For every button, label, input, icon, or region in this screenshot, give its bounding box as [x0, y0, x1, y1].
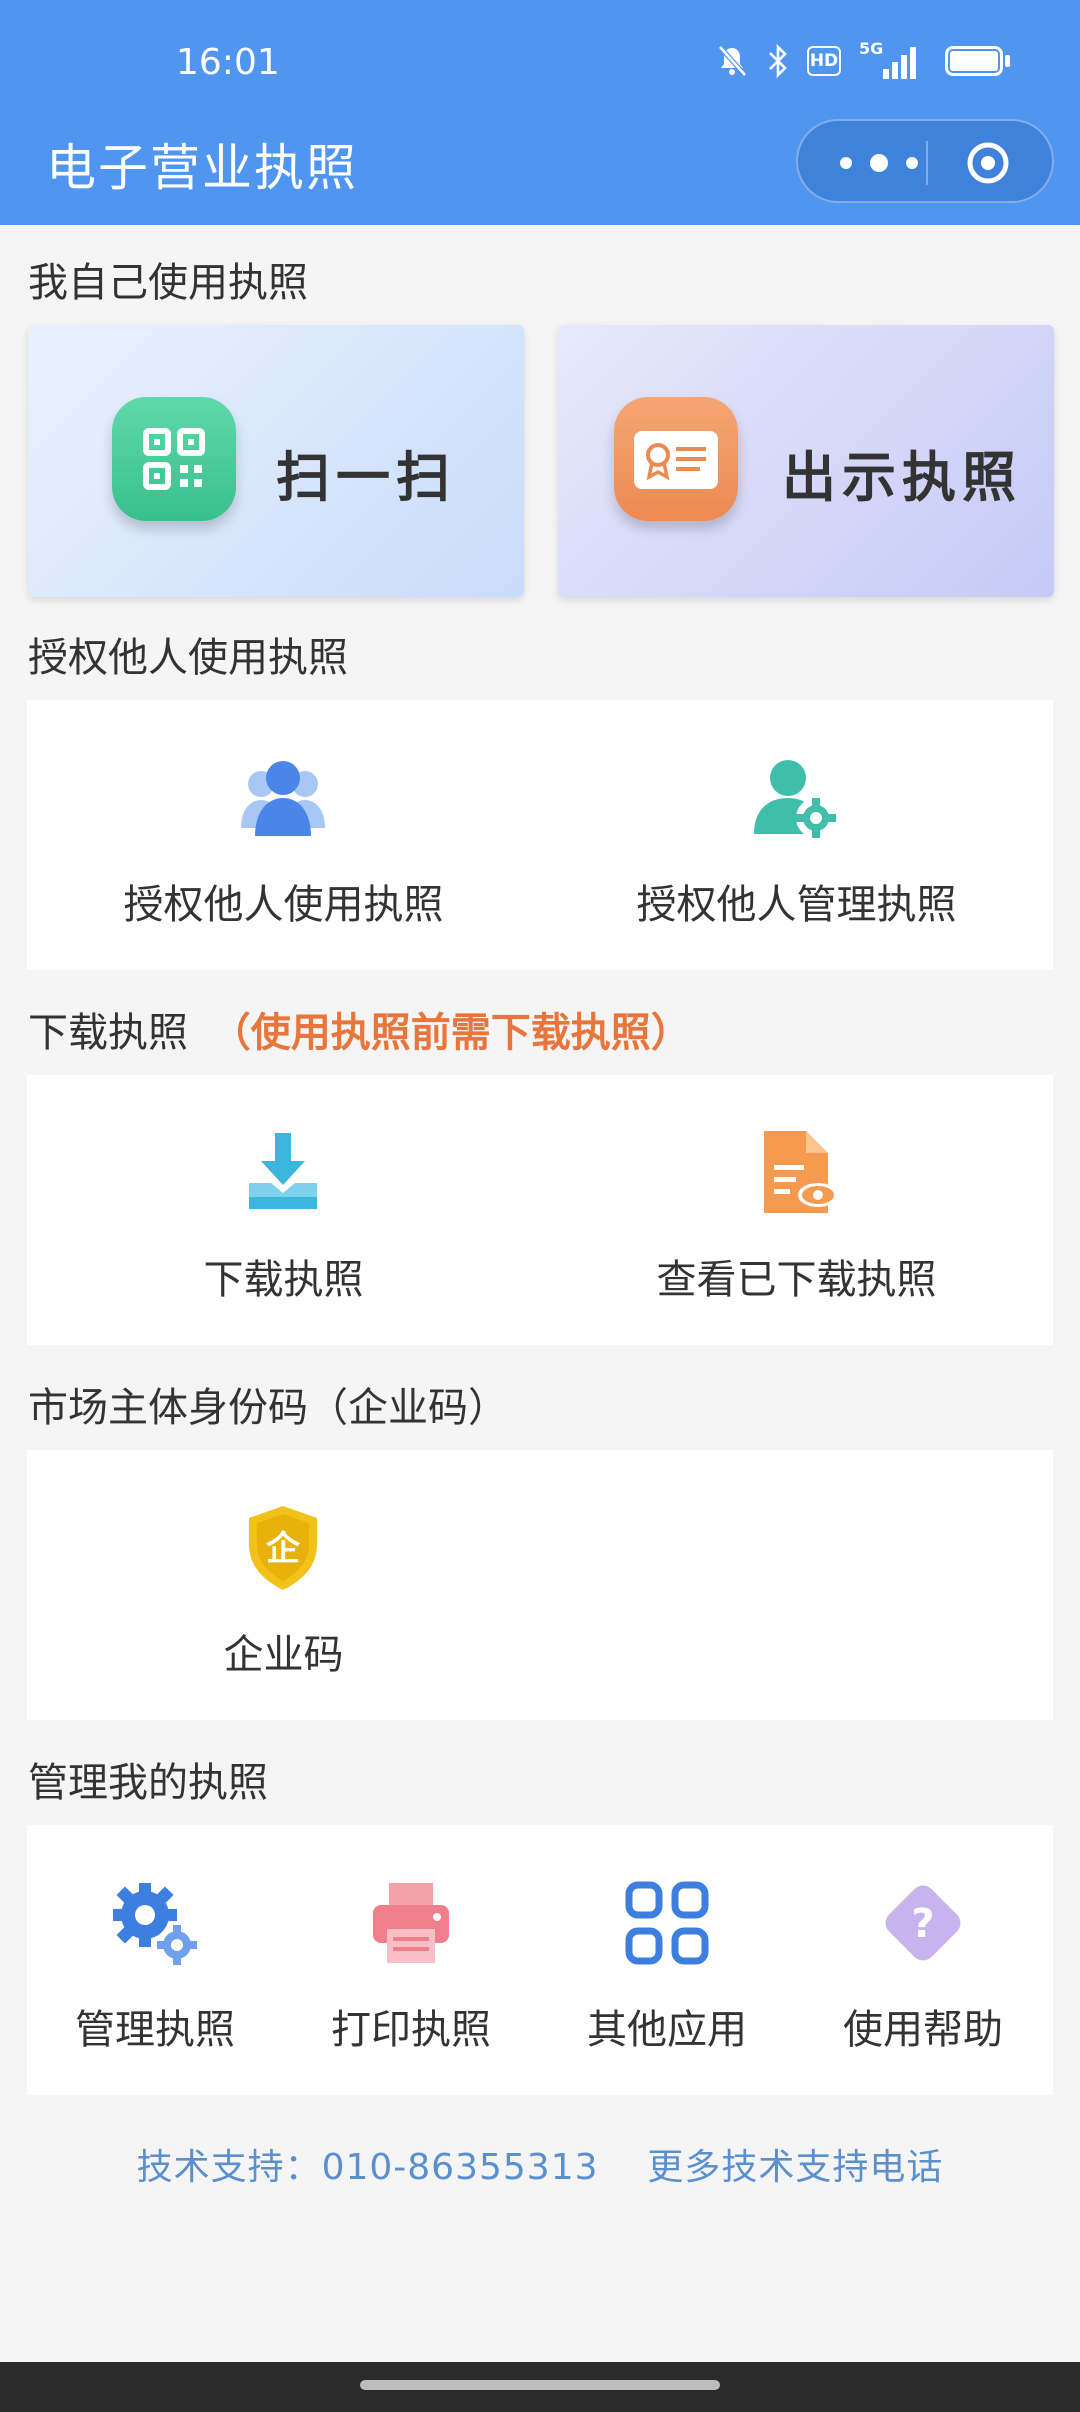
support-phone-link[interactable]: 010-86355313	[322, 2147, 599, 2188]
hd-icon: HD	[807, 46, 841, 76]
manage-panel: 管理执照 打印执照 其他应用 ? 使用帮助	[27, 1825, 1053, 2095]
capsule-divider	[926, 141, 928, 185]
section-title-enterprise-code: 市场主体身份码（企业码）	[28, 1385, 508, 1431]
other-apps-item[interactable]: 其他应用	[539, 1825, 795, 2095]
support-footer: 技术支持：010-86355313 更多技术支持电话	[0, 2138, 1080, 2190]
home-indicator[interactable]	[360, 2380, 720, 2390]
print-license-item[interactable]: 打印执照	[283, 1825, 539, 2095]
apps-grid-icon	[625, 1881, 709, 1965]
more-support-link[interactable]: 更多技术支持电话	[647, 2147, 943, 2188]
page-title: 电子营业执照	[46, 139, 358, 197]
authorize-manage-item[interactable]: 授权他人管理执照	[540, 700, 1053, 970]
section-title-manage: 管理我的执照	[28, 1760, 268, 1806]
manage-license-item[interactable]: 管理执照	[27, 1825, 283, 2095]
help-icon: ?	[885, 1885, 961, 1961]
status-icons: HD 5G	[715, 38, 1011, 84]
authorize-panel: 授权他人使用执照 授权他人管理执照	[27, 700, 1053, 970]
print-license-label: 打印执照	[331, 2007, 491, 2053]
support-label: 技术支持：	[136, 2147, 322, 2188]
download-license-item[interactable]: 下载执照	[27, 1075, 540, 1345]
network-label: 5G	[859, 39, 884, 58]
section-title-download: 下载执照 （使用执照前需下载执照）	[28, 1000, 691, 1058]
authorize-manage-label: 授权他人管理执照	[636, 882, 957, 928]
enterprise-code-label: 企业码	[223, 1632, 344, 1678]
bell-off-icon	[718, 45, 747, 77]
help-item[interactable]: ? 使用帮助	[795, 1825, 1051, 2095]
gear-icon	[113, 1883, 197, 1965]
view-downloaded-label: 查看已下载执照	[656, 1257, 937, 1303]
other-apps-label: 其他应用	[587, 2007, 747, 2053]
hd-label: HD	[809, 51, 839, 71]
system-nav-bar	[0, 2362, 1080, 2412]
more-icon[interactable]	[834, 151, 924, 175]
manage-license-label: 管理执照	[75, 2007, 235, 2053]
view-document-icon	[764, 1131, 838, 1213]
view-downloaded-item[interactable]: 查看已下载执照	[540, 1075, 1053, 1345]
app-header: 16:01 HD 5G 电子营业执照	[0, 0, 1080, 225]
status-time: 16:01	[176, 42, 280, 83]
enterprise-code-item[interactable]: 企 企业码	[27, 1450, 540, 1720]
printer-icon	[373, 1883, 449, 1963]
show-license-label: 出示执照	[782, 446, 1022, 509]
battery-icon	[945, 46, 1011, 76]
license-card-icon	[614, 397, 738, 521]
enterprise-shield-icon: 企	[249, 1506, 317, 1590]
section-title-authorize: 授权他人使用执照	[28, 635, 348, 681]
close-target-icon[interactable]	[966, 141, 1010, 185]
section-title-self: 我自己使用执照	[28, 260, 308, 306]
download-panel: 下载执照 查看已下载执照	[27, 1075, 1053, 1345]
download-license-label: 下载执照	[203, 1257, 364, 1303]
mini-program-capsule	[796, 119, 1054, 203]
signal-5g-icon: 5G	[859, 39, 919, 79]
enterprise-code-panel: 企 企业码	[27, 1450, 1053, 1720]
users-icon	[241, 761, 325, 836]
download-note: （使用执照前需下载执照）	[210, 1010, 691, 1056]
user-settings-icon	[754, 760, 836, 838]
authorize-use-label: 授权他人使用执照	[123, 882, 444, 928]
authorize-use-item[interactable]: 授权他人使用执照	[27, 700, 540, 970]
scan-card[interactable]: 扫一扫	[28, 325, 524, 597]
download-icon	[249, 1133, 317, 1209]
qr-code-icon	[112, 397, 236, 521]
bluetooth-icon	[769, 43, 787, 79]
help-label: 使用帮助	[843, 2007, 1003, 2053]
show-license-card[interactable]: 出示执照	[558, 325, 1054, 597]
scan-label: 扫一扫	[276, 446, 456, 509]
download-section-label: 下载执照	[28, 1010, 188, 1056]
svg-text:?: ?	[911, 1901, 934, 1947]
enterprise-glyph: 企	[266, 1529, 301, 1569]
